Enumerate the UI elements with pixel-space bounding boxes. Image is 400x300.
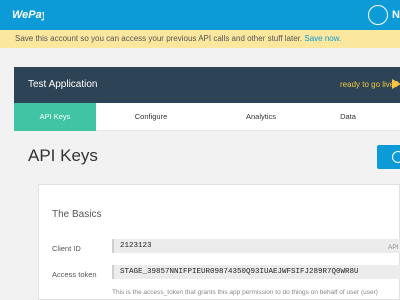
page-title: API Keys [28,146,98,165]
go-live-link[interactable]: ready to go live? [340,80,399,89]
client-id-field[interactable]: 2123123 [112,239,400,253]
plus-circle-icon [392,151,400,163]
save-account-banner: Save this account so you can access your… [0,30,400,48]
access-token-help: This is the access_token that grants thi… [112,289,378,296]
save-now-link[interactable]: Save now. [304,34,341,43]
tab-analytics[interactable]: Analytics [206,103,316,131]
app-header: Test Application ready to go live? [14,67,400,103]
add-api-key-button[interactable] [377,145,400,169]
client-id-label: Client ID [52,244,81,253]
top-bar: WePay N [0,0,400,30]
basics-card: The Basics Client ID 2123123 API Access … [38,184,400,300]
arrow-right-icon[interactable] [392,79,400,89]
user-initial[interactable]: N [392,9,400,21]
user-icon[interactable] [368,5,388,25]
access-token-label: Access token [52,270,97,279]
basics-heading: The Basics [52,209,102,220]
app-title: Test Application [28,79,98,90]
tab-data[interactable]: Data [316,103,380,131]
tab-api-keys[interactable]: API Keys [14,103,96,131]
app-tabs: API Keys Configure Analytics Data [14,103,400,131]
banner-message: Save this account so you can access your… [15,34,303,43]
tab-configure[interactable]: Configure [96,103,206,131]
access-token-field[interactable]: STAGE_39857NNIFPIEUR09874350Q93IUAEJWFSI… [112,265,400,279]
svg-text:WePay: WePay [12,9,44,21]
wepay-logo[interactable]: WePay [12,7,44,21]
client-id-tag: API [388,244,399,251]
